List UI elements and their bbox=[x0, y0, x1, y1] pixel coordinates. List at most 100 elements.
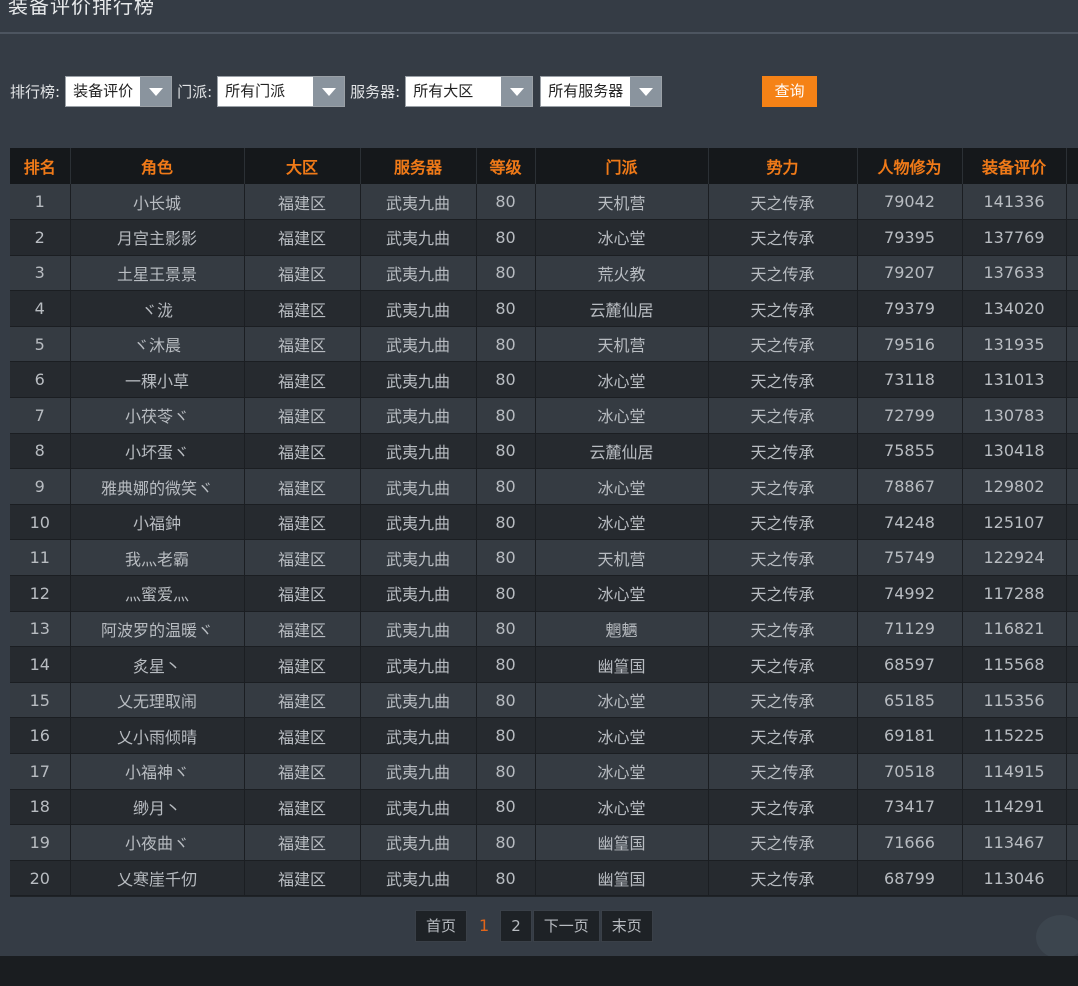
table-cell: 小茯苓ヾ bbox=[70, 397, 245, 434]
table-cell: 75749 bbox=[857, 539, 963, 577]
table-cell: 17 bbox=[10, 753, 71, 790]
table-cell: 冰心堂 bbox=[535, 361, 709, 399]
table-row: 8 小坏蛋ヾ 福建区 武夷九曲 80 云麓仙居 天之传承 75855 130418 bbox=[10, 433, 1078, 470]
table-cell: 武夷九曲 bbox=[360, 753, 477, 790]
table-cell-extra bbox=[1066, 824, 1078, 861]
table-cell: 武夷九曲 bbox=[360, 717, 477, 754]
table-cell-extra bbox=[1066, 361, 1078, 399]
table-cell: 缈月丶 bbox=[70, 789, 245, 826]
table-cell-extra bbox=[1066, 753, 1078, 790]
table-cell: 80 bbox=[476, 611, 536, 648]
table-cell-extra bbox=[1066, 575, 1078, 612]
table-cell: 天之传承 bbox=[708, 219, 858, 256]
chevron-down-icon[interactable] bbox=[313, 77, 345, 106]
table-row: 6 一稞小草 福建区 武夷九曲 80 冰心堂 天之传承 73118 131013 bbox=[10, 361, 1078, 399]
table-cell: 武夷九曲 bbox=[360, 789, 477, 826]
table-cell: 114291 bbox=[962, 789, 1067, 826]
table-cell: 天之传承 bbox=[708, 860, 858, 897]
table-row: 4 ヾ泷 福建区 武夷九曲 80 云麓仙居 天之传承 79379 134020 bbox=[10, 290, 1078, 327]
table-cell: 80 bbox=[476, 219, 536, 256]
table-cell: 15 bbox=[10, 682, 71, 719]
table-cell: 74248 bbox=[857, 504, 963, 541]
table-cell: 冰心堂 bbox=[535, 789, 709, 826]
col-server: 服务器 bbox=[360, 148, 477, 184]
table-cell: 福建区 bbox=[244, 219, 361, 256]
table-cell: 78867 bbox=[857, 468, 963, 505]
last-page-button[interactable]: 末页 bbox=[600, 910, 653, 942]
table-cell: 80 bbox=[476, 326, 536, 363]
table-cell: 80 bbox=[476, 717, 536, 754]
ranking-board: 排名 角色 大区 服务器 等级 门派 势力 人物修为 装备评价 1 小长城 福建区武… bbox=[10, 148, 1078, 897]
table-cell: 武夷九曲 bbox=[360, 219, 477, 256]
table-cell: 武夷九曲 bbox=[360, 433, 477, 470]
table-cell: 130418 bbox=[962, 433, 1067, 470]
table-cell: 天之传承 bbox=[708, 326, 858, 363]
table-cell: 天机营 bbox=[535, 184, 709, 221]
table-cell: 福建区 bbox=[244, 789, 361, 826]
table-cell: 阿波罗的温暖ヾ bbox=[70, 611, 245, 648]
table-cell: 福建区 bbox=[244, 397, 361, 434]
sect-select[interactable]: 所有门派 bbox=[217, 76, 346, 107]
corner-logo bbox=[1036, 915, 1078, 959]
col-character: 角色 bbox=[70, 148, 245, 184]
table-cell: 小长城 bbox=[70, 184, 245, 221]
table-cell: 天之传承 bbox=[708, 468, 858, 505]
rank-select[interactable]: 装备评价 bbox=[65, 76, 173, 107]
table-cell: 80 bbox=[476, 539, 536, 577]
chevron-down-icon[interactable] bbox=[501, 77, 533, 106]
col-region: 大区 bbox=[244, 148, 361, 184]
table-cell: 雅典娜的微笑ヾ bbox=[70, 468, 245, 505]
page-2-button[interactable]: 2 bbox=[500, 910, 532, 942]
server-select[interactable]: 所有服务器 bbox=[540, 76, 663, 107]
table-cell: 福建区 bbox=[244, 717, 361, 754]
table-cell: 武夷九曲 bbox=[360, 255, 477, 292]
table-cell: 137769 bbox=[962, 219, 1067, 256]
table-cell: 天之传承 bbox=[708, 255, 858, 292]
table-cell-extra bbox=[1066, 219, 1078, 256]
query-button[interactable]: 查询 bbox=[762, 76, 817, 107]
table-row: 19 小夜曲ヾ 福建区 武夷九曲 80 幽篁国 天之传承 71666 113467 bbox=[10, 824, 1078, 861]
table-cell: 68597 bbox=[857, 646, 963, 683]
next-page-button[interactable]: 下一页 bbox=[532, 910, 600, 942]
table-cell: 6 bbox=[10, 361, 71, 399]
table-cell: 116821 bbox=[962, 611, 1067, 648]
table-cell: 小福神ヾ bbox=[70, 753, 245, 790]
table-cell-extra bbox=[1066, 646, 1078, 683]
table-cell: ヾ泷 bbox=[70, 290, 245, 327]
table-cell: 131935 bbox=[962, 326, 1067, 363]
footer-bar bbox=[0, 956, 1078, 986]
table-cell: 71129 bbox=[857, 611, 963, 648]
table-cell: 云麓仙居 bbox=[535, 433, 709, 470]
table-cell: 74992 bbox=[857, 575, 963, 612]
table-row: 10 小福鈡 福建区 武夷九曲 80 冰心堂 天之传承 74248 125107 bbox=[10, 504, 1078, 541]
chevron-down-icon[interactable] bbox=[140, 77, 172, 106]
table-cell: 4 bbox=[10, 290, 71, 327]
col-faction: 势力 bbox=[708, 148, 858, 184]
table-cell: 75855 bbox=[857, 433, 963, 470]
region-select[interactable]: 所有大区 bbox=[405, 76, 534, 107]
table-cell: 武夷九曲 bbox=[360, 824, 477, 861]
table-row: 7 小茯苓ヾ 福建区 武夷九曲 80 冰心堂 天之传承 72799 130783 bbox=[10, 397, 1078, 434]
title-divider bbox=[0, 32, 1078, 34]
table-cell: 79042 bbox=[857, 184, 963, 221]
table-cell: 小夜曲ヾ bbox=[70, 824, 245, 861]
table-cell: 冰心堂 bbox=[535, 219, 709, 256]
table-cell: 武夷九曲 bbox=[360, 682, 477, 719]
table-cell-extra bbox=[1066, 860, 1078, 897]
table-cell: 小福鈡 bbox=[70, 504, 245, 541]
table-cell: 2 bbox=[10, 219, 71, 256]
table-cell: 天之传承 bbox=[708, 575, 858, 612]
table-cell: 天机营 bbox=[535, 539, 709, 577]
table-cell: 天之传承 bbox=[708, 682, 858, 719]
table-cell-extra bbox=[1066, 290, 1078, 327]
chevron-down-icon[interactable] bbox=[630, 77, 662, 106]
table-cell: 土星王景景 bbox=[70, 255, 245, 292]
table-cell: 12 bbox=[10, 575, 71, 612]
table-cell: 我灬老霸 bbox=[70, 539, 245, 577]
table-cell: 武夷九曲 bbox=[360, 539, 477, 577]
first-page-button[interactable]: 首页 bbox=[415, 910, 468, 942]
table-cell: 福建区 bbox=[244, 682, 361, 719]
table-cell: 68799 bbox=[857, 860, 963, 897]
table-cell: 9 bbox=[10, 468, 71, 505]
table-cell: 福建区 bbox=[244, 575, 361, 612]
